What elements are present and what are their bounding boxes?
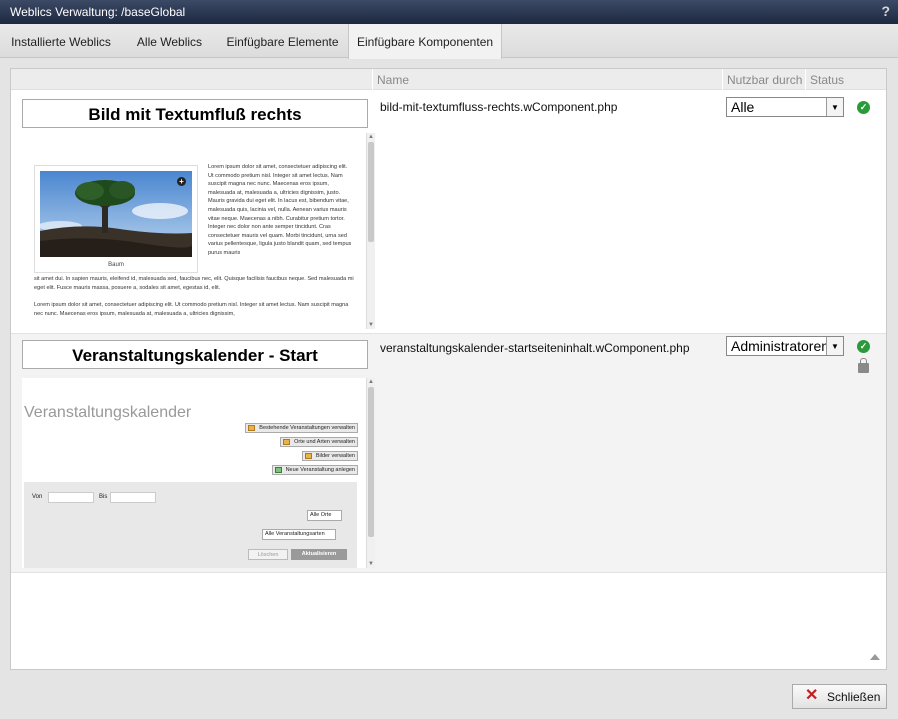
- table-header: Name Nutzbar durch Status: [11, 69, 886, 90]
- help-icon[interactable]: ?: [881, 3, 890, 19]
- component-preview: Veranstaltungskalender Bestehende Verans…: [22, 378, 375, 568]
- place-select[interactable]: Alle Orte: [307, 510, 343, 521]
- to-label: Bis: [99, 494, 108, 500]
- close-button-label: Schließen: [827, 690, 881, 704]
- close-button[interactable]: ✕ Schließen: [792, 684, 887, 709]
- component-preview: + Baum Lorem ipsum dolor sit amet, conse…: [22, 135, 375, 329]
- new-event-button[interactable]: Neue Veranstaltung anlegen: [271, 465, 358, 475]
- chevron-down-icon[interactable]: ▼: [826, 98, 843, 116]
- usable-by-select[interactable]: Alle ▼: [726, 97, 844, 117]
- preview-text-right: Lorem ipsum dolor sit amet, consectetuer…: [208, 164, 352, 256]
- manage-places-button[interactable]: Orte und Arten verwalten: [280, 437, 358, 447]
- usable-by-value: Administratoren: [731, 338, 830, 354]
- status-ok-icon[interactable]: ✓: [857, 340, 870, 353]
- table-row[interactable]: Bild mit Textumfluß rechts + Baum Lorem …: [11, 91, 886, 333]
- preview-text-bottom: sit amet dui. In sapien mauris, eleifend…: [34, 276, 354, 291]
- tab-einfuegbare-komponenten[interactable]: Einfügbare Komponenten: [348, 24, 502, 59]
- filter-area: Von Bis Alle Orte Alle Veranstaltungsart…: [24, 482, 357, 568]
- usable-by-select[interactable]: Administratoren ▼: [726, 336, 844, 356]
- from-label: Von: [32, 494, 43, 500]
- from-date-field[interactable]: [48, 492, 94, 503]
- components-panel: Name Nutzbar durch Status Bild mit Textu…: [10, 68, 887, 670]
- tree-photo: +: [40, 171, 192, 257]
- calendar-heading: Veranstaltungskalender: [24, 404, 192, 421]
- preview-title: Bild mit Textumfluß rechts: [22, 99, 368, 128]
- table-row[interactable]: Veranstaltungskalender - Start Veranstal…: [11, 333, 886, 573]
- preview-scrollbar[interactable]: ▲ ▼: [366, 378, 375, 568]
- status-ok-icon[interactable]: ✓: [857, 101, 870, 114]
- window-title: Weblics Verwaltung: /baseGlobal: [10, 5, 186, 19]
- component-filename: veranstaltungskalender-startseiteninhalt…: [380, 341, 690, 355]
- tab-bar: Installierte Weblics Alle Weblics Einfüg…: [0, 24, 898, 59]
- preview-title: Veranstaltungskalender - Start: [22, 340, 368, 369]
- image-caption: Baum: [108, 262, 124, 268]
- tab-einfuegbare-elemente[interactable]: Einfügbare Elemente: [217, 24, 348, 58]
- tab-alle-weblics[interactable]: Alle Weblics: [122, 24, 217, 58]
- scroll-up-icon[interactable]: [870, 654, 880, 660]
- zoom-icon[interactable]: +: [177, 177, 186, 186]
- image-box: + Baum: [34, 165, 198, 273]
- preview-text-bottom-2: Lorem ipsum dolor sit amet, consectetuer…: [34, 302, 349, 317]
- lock-icon: [858, 358, 869, 373]
- tab-installierte-weblics[interactable]: Installierte Weblics: [0, 24, 122, 58]
- manage-events-button[interactable]: Bestehende Veranstaltungen verwalten: [245, 423, 358, 433]
- manage-images-button[interactable]: Bilder verwalten: [301, 451, 358, 461]
- column-usable-by[interactable]: Nutzbar durch: [727, 73, 802, 87]
- close-icon: ✕: [805, 687, 819, 704]
- column-status[interactable]: Status: [810, 73, 844, 87]
- chevron-down-icon[interactable]: ▼: [826, 337, 843, 355]
- preview-scrollbar[interactable]: ▲ ▼: [366, 133, 375, 329]
- column-name[interactable]: Name: [377, 73, 409, 87]
- component-filename: bild-mit-textumfluss-rechts.wComponent.p…: [380, 100, 618, 114]
- to-date-field[interactable]: [110, 492, 156, 503]
- update-button[interactable]: Aktualisieren: [291, 549, 347, 560]
- delete-button[interactable]: Löschen: [248, 549, 288, 560]
- type-select[interactable]: Alle Veranstaltungsarten: [262, 529, 336, 540]
- window-titlebar: Weblics Verwaltung: /baseGlobal ?: [0, 0, 898, 24]
- usable-by-value: Alle: [731, 99, 755, 115]
